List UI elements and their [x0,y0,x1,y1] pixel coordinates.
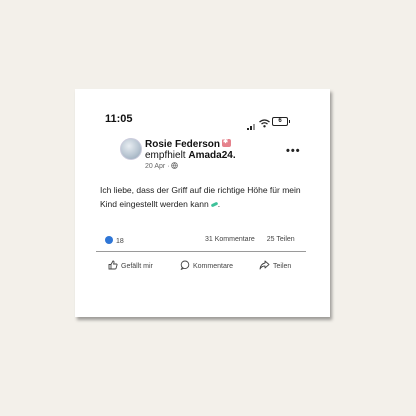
comment-count[interactable]: 31 Kommentare [205,236,255,243]
status-bar: 11:05 6 [75,89,330,130]
divider [96,251,306,252]
recommended-page[interactable]: Amada24. [188,150,235,161]
engagement-counts: 31 Kommentare 25 Teilen [205,236,305,243]
author-line: Rosie Federson [145,138,232,150]
share-icon [259,260,273,272]
recommendation-prefix: empfhielt [145,150,186,161]
author-name[interactable]: Rosie Federson [145,139,220,150]
comment-label: Kommentare [193,262,234,270]
recommendation-line: empfhielt Amada24. [145,150,236,161]
like-label: Gefällt mir [121,262,153,270]
like-button[interactable]: Gefällt mir [108,260,153,272]
battery-icon: 6 [272,117,290,126]
reactions-summary[interactable]: 18 [105,236,124,245]
status-time: 11:05 [105,113,133,125]
globe-icon [171,162,179,170]
thumbs-up-icon [108,260,121,272]
post-meta: 20 Apr · [145,162,179,170]
avatar[interactable] [120,138,142,160]
pill-emoji-icon [210,201,218,208]
post-card: 11:05 6 Rosie Federson empfhielt Amada24… [75,89,330,317]
reaction-count: 18 [116,238,124,245]
more-options-button[interactable]: ••• [286,145,301,157]
share-button[interactable]: Teilen [259,260,291,272]
signal-icon [247,117,257,135]
wifi-icon [259,115,270,133]
badge-icon [222,138,232,147]
action-bar: Gefällt mir Kommentare Teilen [75,260,330,274]
like-reaction-icon [105,236,113,244]
post-text-block: Ich liebe, dass der Griff auf die richti… [100,185,301,209]
share-count[interactable]: 25 Teilen [267,236,295,243]
comment-icon [180,260,193,272]
post-date[interactable]: 20 Apr [145,163,165,170]
comment-button[interactable]: Kommentare [180,260,233,272]
post-text: Ich liebe, dass der Griff auf die richti… [100,185,301,209]
share-label: Teilen [273,262,292,270]
